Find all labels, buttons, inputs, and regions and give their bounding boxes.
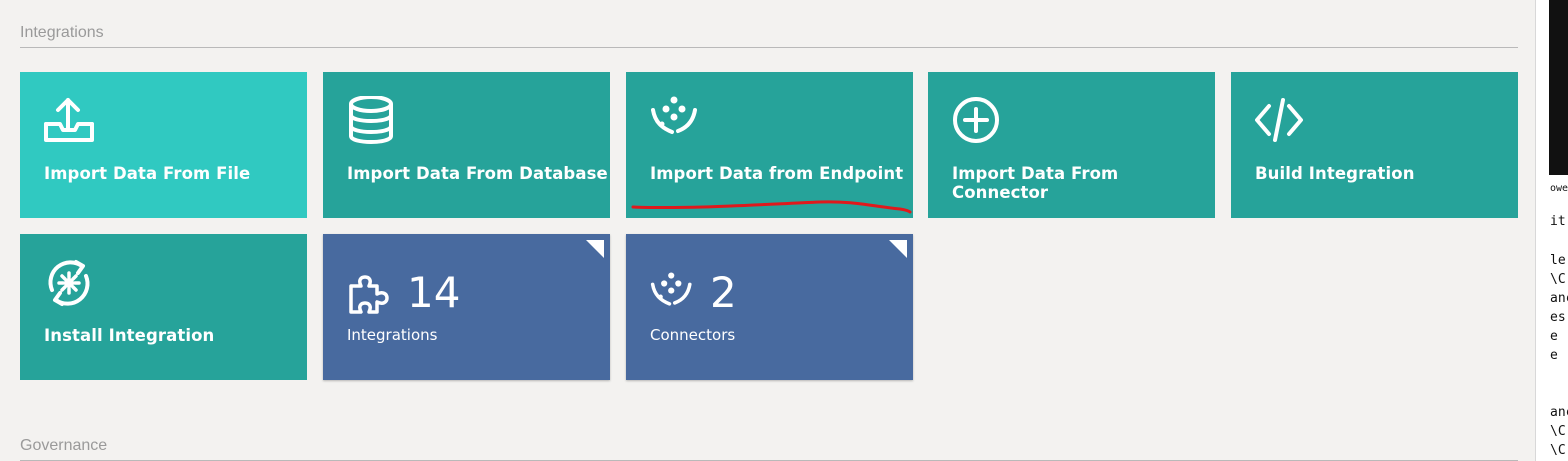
terminal-dark-region	[1549, 0, 1568, 175]
code-brackets-icon	[1255, 96, 1307, 148]
connectors-label: Connectors	[650, 326, 736, 344]
install-integration-tile[interactable]: Install Integration	[20, 234, 307, 380]
terminal-line: \C	[1550, 443, 1566, 458]
terminal-line: e	[1550, 329, 1558, 344]
connectors-count: 2	[710, 268, 737, 317]
tile-label: Install Integration	[44, 326, 215, 345]
vertical-scrollbar[interactable]	[1535, 0, 1550, 461]
terminal-line: le	[1550, 253, 1566, 268]
terminal-line: \C	[1550, 272, 1566, 287]
import-data-from-connector-tile[interactable]: Import Data From Connector	[928, 72, 1215, 218]
upload-tray-icon	[44, 96, 96, 148]
terminal-line: anc	[1550, 291, 1568, 306]
terminal-line: owe	[1550, 183, 1568, 194]
integrations-count: 14	[407, 268, 461, 317]
terminal-line: \C	[1550, 424, 1566, 439]
database-icon	[347, 95, 399, 148]
import-data-from-endpoint-tile[interactable]: Import Data from Endpoint	[626, 72, 913, 218]
corner-indicator	[889, 240, 907, 258]
import-data-from-file-tile[interactable]: Import Data From File	[20, 72, 307, 218]
endpoint-dots-icon	[650, 96, 702, 148]
background-terminal-window: owe it le \C anc es e e anc \C \C	[1549, 0, 1568, 461]
import-data-from-database-tile[interactable]: Import Data From Database	[323, 72, 610, 218]
tile-label: Import Data From Connector	[952, 164, 1119, 202]
integrations-label: Integrations	[347, 326, 438, 344]
terminal-line: anc	[1550, 405, 1568, 420]
connectors-count-tile[interactable]: 2 Connectors	[626, 234, 913, 380]
puzzle-piece-icon	[347, 272, 393, 318]
tile-label: Build Integration	[1255, 164, 1415, 183]
endpoint-dots-icon	[650, 272, 696, 318]
tile-label: Import Data from Endpoint	[650, 164, 904, 183]
corner-indicator	[586, 240, 604, 258]
section-title-governance: Governance	[20, 437, 108, 454]
build-integration-tile[interactable]: Build Integration	[1231, 72, 1518, 218]
integrations-count-tile[interactable]: 14 Integrations	[323, 234, 610, 380]
tile-label: Import Data From Database	[347, 164, 608, 183]
terminal-text-area: owe it le \C anc es e e anc \C \C	[1549, 0, 1568, 461]
plus-circle-icon	[952, 96, 1004, 148]
terminal-line: e	[1550, 348, 1558, 363]
tile-label: Import Data From File	[44, 164, 251, 183]
red-underline-annotation	[631, 200, 912, 214]
section-title-integrations: Integrations	[20, 24, 104, 41]
terminal-line: it	[1550, 214, 1566, 229]
refresh-gear-icon	[44, 258, 96, 310]
terminal-line: es	[1550, 310, 1566, 325]
section-divider	[20, 47, 1518, 48]
